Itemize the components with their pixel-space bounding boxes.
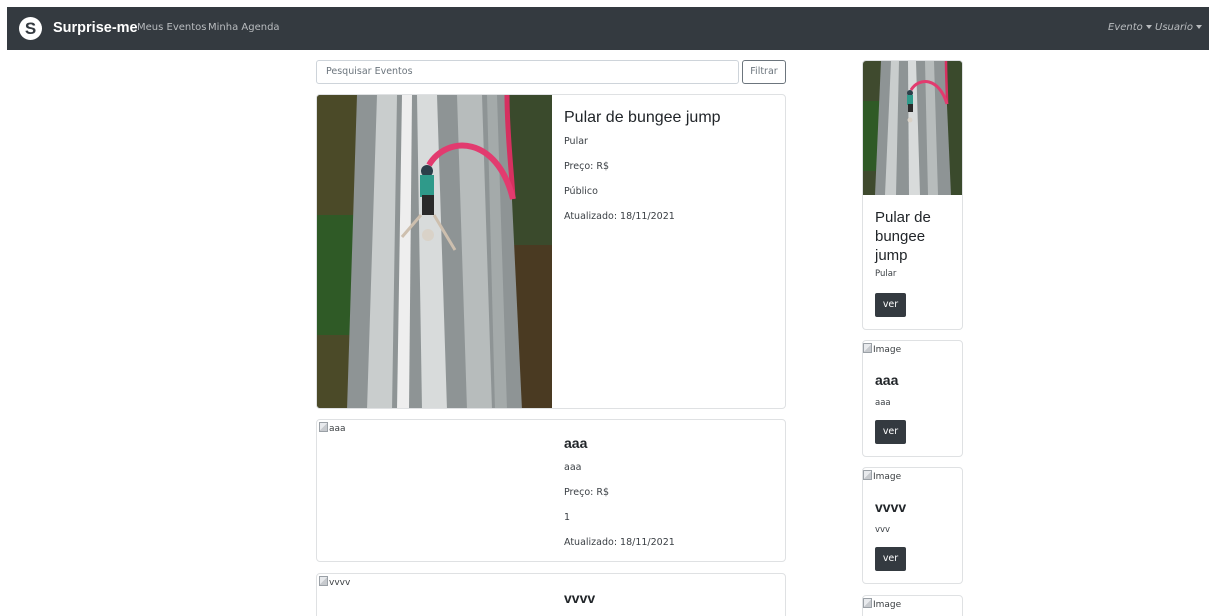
sidebar-image-broken: Image [863,470,901,482]
image-alt-text: aaa [329,424,346,434]
event-description: aaa [564,462,582,473]
event-image-broken: vvvv [319,576,350,588]
sidebar-event-card: Image vvvv vvv ver [862,467,963,584]
nav-link-meus-eventos[interactable]: Meus Eventos [137,22,206,33]
event-price: Preço: R$ [564,161,610,172]
broken-image-icon [319,422,328,432]
filter-button[interactable]: Filtrar [742,60,786,84]
top-navbar: S Surprise-me Meus Eventos Minha Agenda … [7,7,1209,50]
sidebar-event-card: Pular de bungee jump Pular ver [862,60,963,330]
event-visibility: 1 [564,512,571,523]
event-title: Pular de bungee jump [564,109,721,126]
event-card: vvvv vvvv [316,573,786,616]
sidebar-event-description: Pular [875,269,897,279]
sidebar-event-description: vvv [875,525,891,535]
event-image-broken: aaa [319,422,346,434]
image-alt-text: Image [873,345,902,355]
sidebar-image-broken: Image [863,598,901,610]
sidebar-event-image-bungee [863,61,962,195]
usuario-dropdown[interactable]: Usuario [1155,22,1203,33]
event-image-bungee [317,95,552,408]
sidebar-event-title: vvvv [875,499,907,515]
event-description: Pular [564,136,588,147]
evento-dropdown-label: Evento [1108,22,1143,33]
nav-link-minha-agenda[interactable]: Minha Agenda [208,22,280,33]
broken-image-icon [863,343,872,353]
image-alt-text: Image [873,600,902,610]
event-updated: Atualizado: 18/11/2021 [564,211,675,222]
image-alt-text: vvvv [329,578,351,588]
sidebar-event-title: aaa [875,372,899,388]
broken-image-icon [863,598,872,608]
event-card: Pular de bungee jump Pular Preço: R$ Púb… [316,94,786,409]
event-title: aaa [564,435,588,451]
event-visibility: Público [564,186,598,197]
event-card: aaa aaa aaa Preço: R$ 1 Atualizado: 18/1… [316,419,786,562]
search-input[interactable]: Pesquisar Eventos [316,60,739,84]
evento-dropdown[interactable]: Evento [1108,22,1152,33]
sidebar-event-description: aaa [875,398,891,408]
usuario-dropdown-label: Usuario [1155,22,1194,33]
brand-link[interactable]: Surprise-me [53,20,138,36]
ver-button[interactable]: ver [875,420,906,444]
sidebar-event-card: Image aaa aaa ver [862,340,963,457]
event-title: vvvv [564,590,596,606]
broken-image-icon [319,576,328,586]
caret-down-icon [1196,25,1203,29]
sidebar-event-title: Pular de bungee jump [875,209,931,264]
sidebar-event-card: Image [862,595,963,616]
broken-image-icon [863,470,872,480]
ver-button[interactable]: ver [875,547,906,571]
caret-down-icon [1145,25,1152,29]
event-updated: Atualizado: 18/11/2021 [564,537,675,548]
image-alt-text: Image [873,472,902,482]
event-price: Preço: R$ [564,487,610,498]
ver-button[interactable]: ver [875,293,906,317]
brand-logo-icon[interactable]: S [19,17,42,40]
sidebar-image-broken: Image [863,343,901,355]
